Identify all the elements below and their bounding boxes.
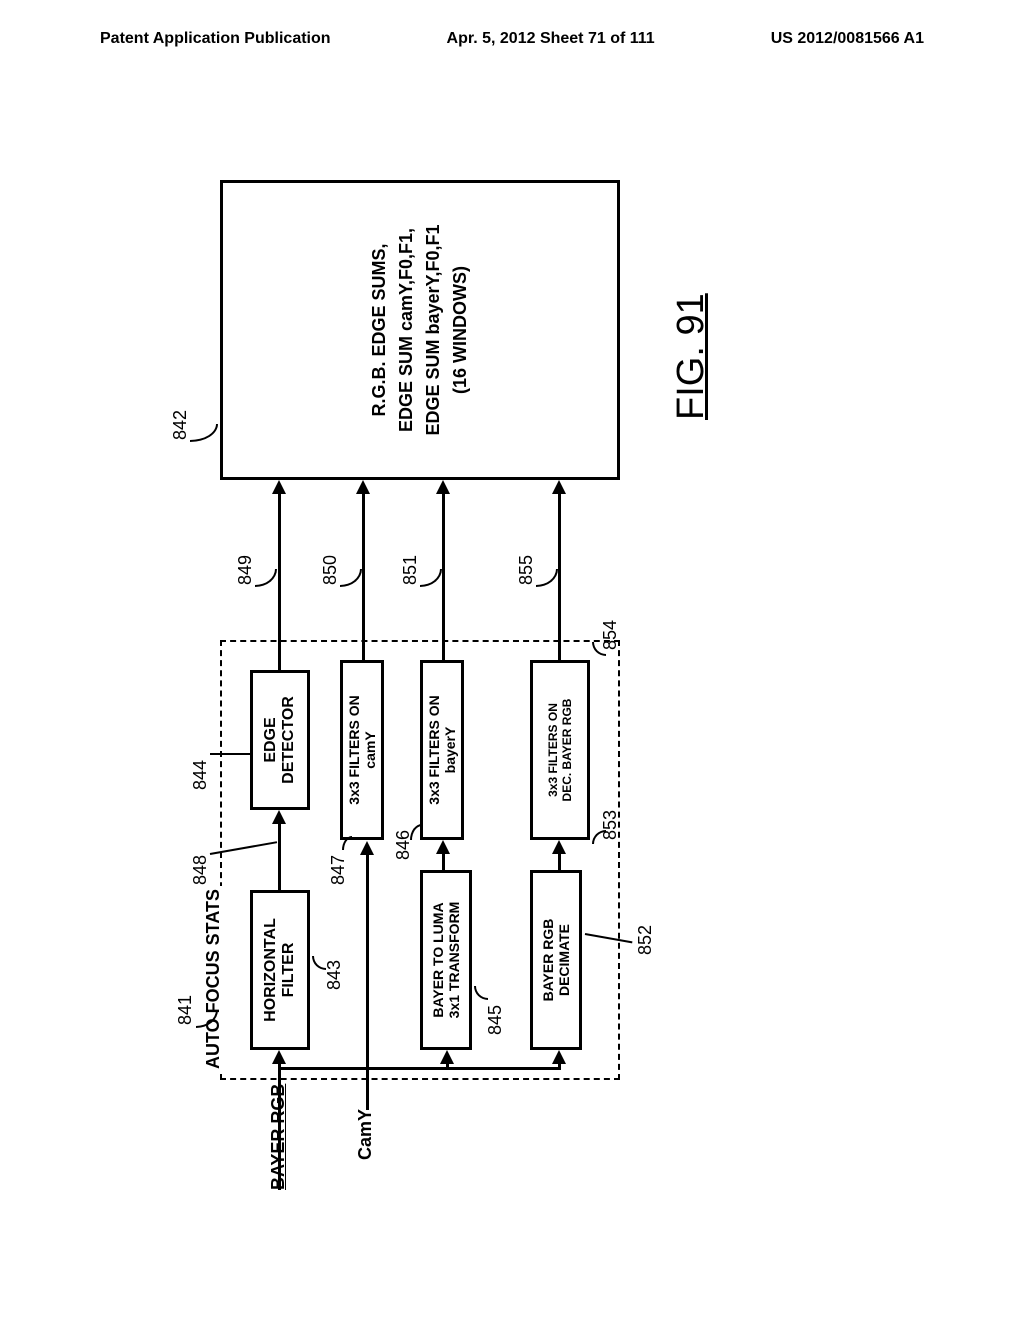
figure-label: FIG. 91: [670, 293, 713, 420]
bayer-rgb-hline: [278, 1062, 281, 1190]
hfilter-text: HORIZONTAL FILTER: [262, 918, 298, 1022]
ref-841: 841: [175, 995, 196, 1025]
camy-input-arrowhead: [360, 841, 374, 855]
ref-851: 851: [400, 555, 421, 585]
lead-849: [255, 569, 277, 587]
input-camy-label: CamY: [355, 1109, 376, 1160]
luma-to-filterbayery-arrowhead: [436, 840, 450, 854]
ref-849: 849: [235, 555, 256, 585]
bayer-vline: [278, 1067, 560, 1070]
page-header: Patent Application Publication Apr. 5, 2…: [0, 0, 1024, 68]
filter-decbayer-text: 3x3 FILTERS ON DEC. BAYER RGB: [546, 699, 574, 802]
camy-to-output-line: [362, 490, 365, 660]
edge-to-output-arrowhead: [272, 480, 286, 494]
filter-camy-text: 3x3 FILTERS ON camY: [346, 695, 378, 804]
bayery-to-output-arrowhead: [436, 480, 450, 494]
camy-input-line: [366, 852, 369, 1110]
header-right: US 2012/0081566 A1: [771, 30, 924, 48]
filter-bayery-text: 3x3 FILTERS ON bayerY: [426, 695, 458, 804]
bayery-to-output-line: [442, 490, 445, 660]
ref-843: 843: [324, 960, 345, 990]
dec-to-filterdec-arrowhead: [552, 840, 566, 854]
ref-852: 852: [635, 925, 656, 955]
ref-844: 844: [190, 760, 211, 790]
camy-to-output-arrowhead: [356, 480, 370, 494]
ref-848: 848: [190, 855, 211, 885]
bayer-luma-box: BAYER TO LUMA 3x1 TRANSFORM: [420, 870, 472, 1050]
bayer-to-hfilter-arrowhead: [272, 1050, 286, 1064]
output-box: R.G.B. EDGE SUMS, EDGE SUM camY,F0,F1, E…: [220, 180, 620, 480]
header-left: Patent Application Publication: [100, 30, 331, 48]
horizontal-filter-box: HORIZONTAL FILTER: [250, 890, 310, 1050]
ref-850: 850: [320, 555, 341, 585]
filter-bayery-box: 3x3 FILTERS ON bayerY: [420, 660, 464, 840]
bayer-to-dec-arrowhead: [552, 1050, 566, 1064]
ref-842: 842: [170, 410, 191, 440]
output-text: R.G.B. EDGE SUMS, EDGE SUM camY,F0,F1, E…: [366, 224, 474, 435]
filter-decbayer-box: 3x3 FILTERS ON DEC. BAYER RGB: [530, 660, 590, 840]
edge-detector-box: EDGE DETECTOR: [250, 670, 310, 810]
filter-camy-box: 3x3 FILTERS ON camY: [340, 660, 384, 840]
ref-845: 845: [485, 1005, 506, 1035]
lead-855: [536, 569, 558, 587]
bayer-decimate-text: BAYER RGB DECIMATE: [540, 919, 572, 1002]
header-center: Apr. 5, 2012 Sheet 71 of 111: [447, 30, 655, 48]
ref-855: 855: [516, 555, 537, 585]
bayer-decimate-box: BAYER RGB DECIMATE: [530, 870, 582, 1050]
lead-850: [340, 569, 362, 587]
decbayer-to-output-arrowhead: [552, 480, 566, 494]
lead-844: [210, 753, 250, 755]
ref-847: 847: [328, 855, 349, 885]
diagram-root: AUTO FOCUS STATS BAYER RGB CamY HORIZONT…: [130, 160, 770, 1140]
bayer-luma-text: BAYER TO LUMA 3x1 TRANSFORM: [430, 902, 462, 1019]
hfilter-to-edge-line: [278, 820, 281, 890]
lead-851: [420, 569, 442, 587]
edge-detector-text: EDGE DETECTOR: [262, 696, 298, 784]
edge-to-output-line: [278, 490, 281, 670]
decbayer-to-output-line: [558, 490, 561, 660]
autofocus-title: AUTO FOCUS STATS: [203, 886, 224, 1072]
bayer-to-luma-arrowhead: [440, 1050, 454, 1064]
lead-842: [190, 424, 218, 442]
hfilter-to-edge-arrowhead: [272, 810, 286, 824]
figure-91: AUTO FOCUS STATS BAYER RGB CamY HORIZONT…: [0, 330, 940, 970]
